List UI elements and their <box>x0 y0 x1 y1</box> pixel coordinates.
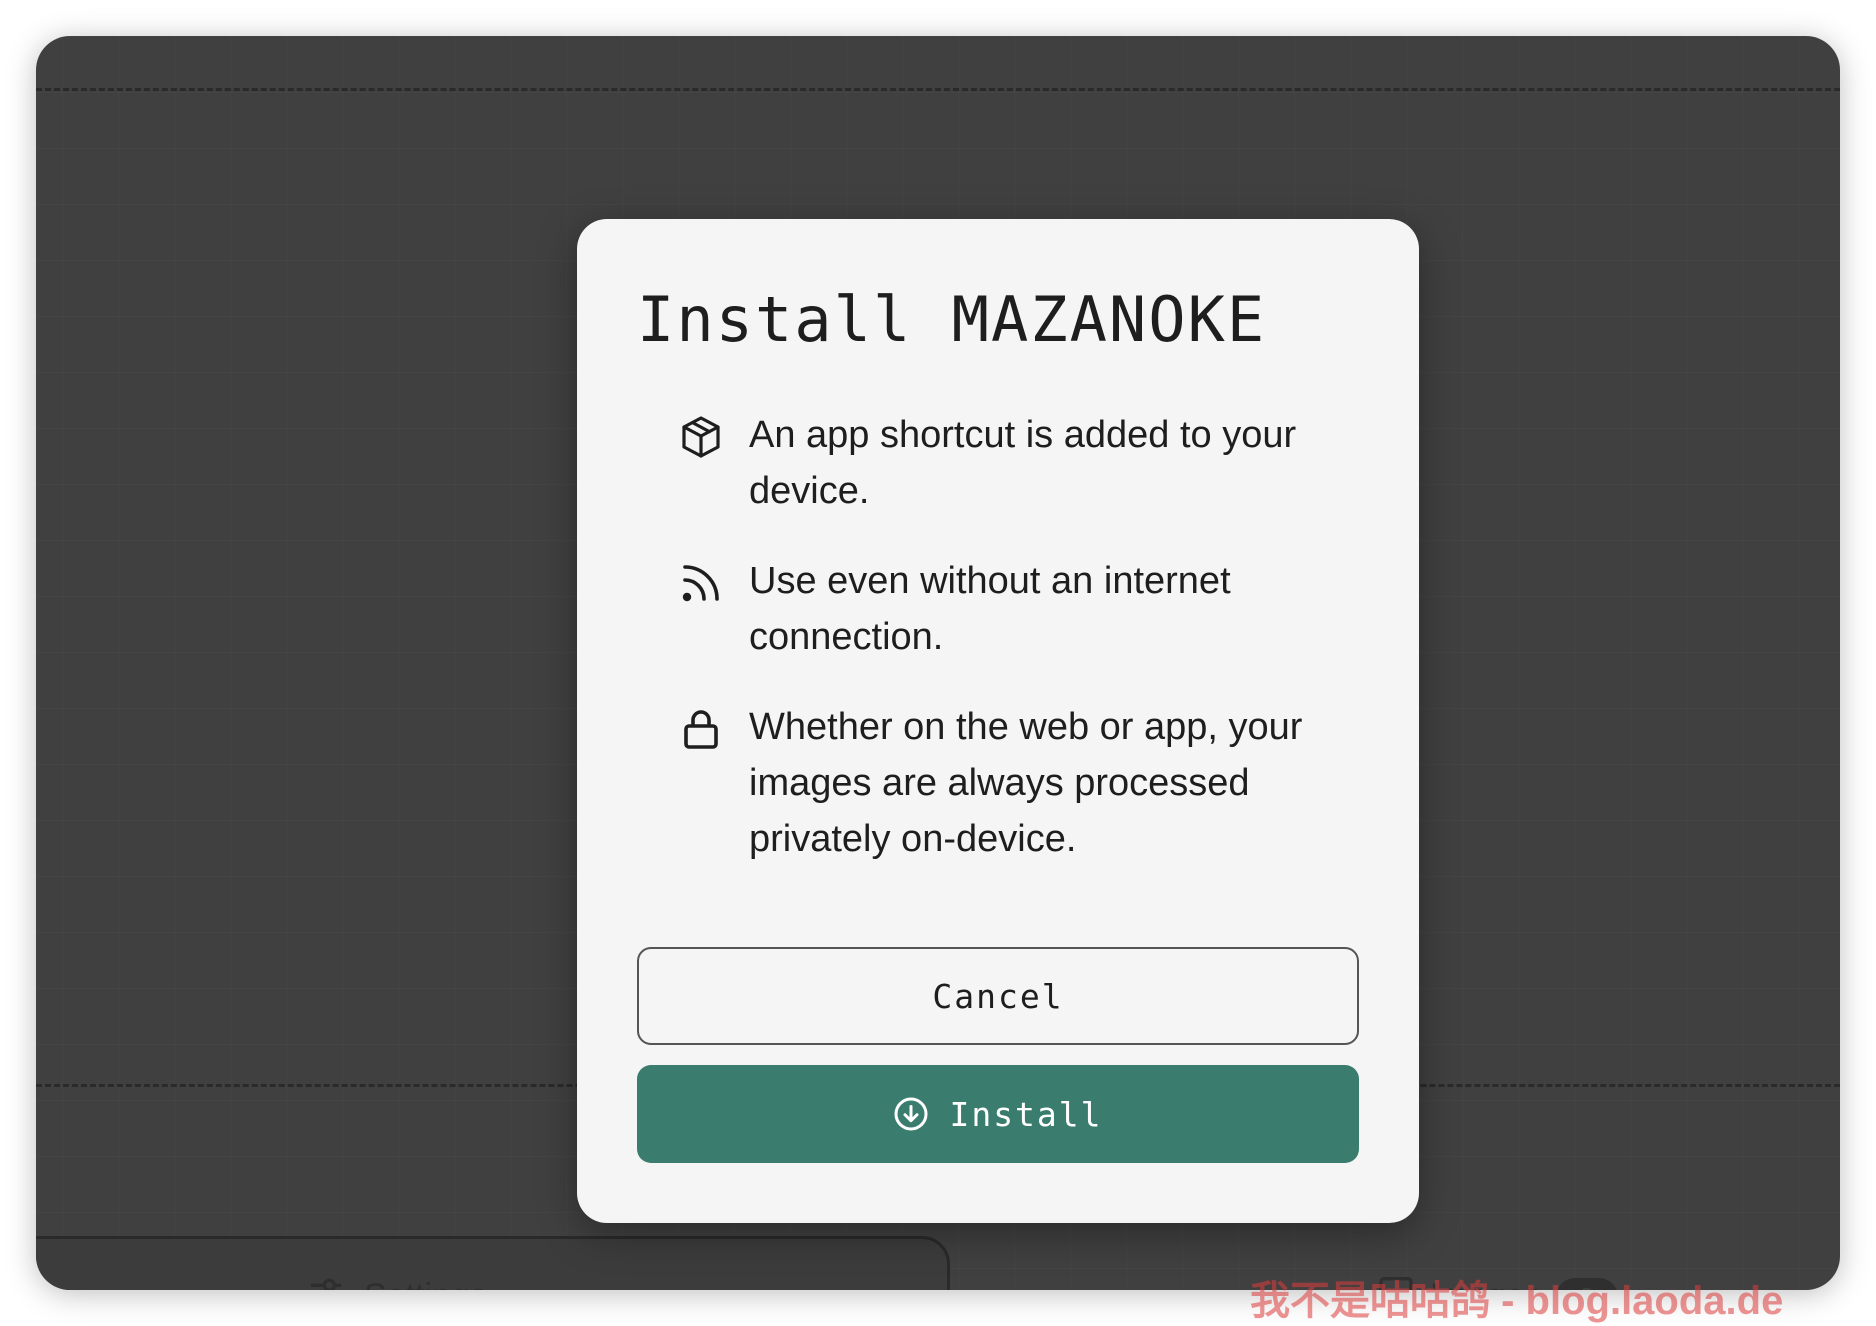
download-circle-icon <box>893 1096 929 1132</box>
install-dialog: Install MAZANOKE An app shortcut is adde… <box>577 219 1419 1223</box>
watermark: 我不是咕咕鸽 - blog.laoda.de <box>1250 1279 1784 1323</box>
feature-text: Use even without an internet connection. <box>749 560 1231 658</box>
settings-icon <box>306 1272 346 1290</box>
app-window: Settings Images 0 Install MAZANOKE <box>36 36 1840 1290</box>
install-label: Install <box>949 1094 1103 1134</box>
feature-item: Whether on the web or app, your images a… <box>677 705 1357 867</box>
feature-text: An app shortcut is added to your device. <box>749 414 1297 512</box>
feature-text: Whether on the web or app, your images a… <box>749 706 1303 860</box>
dialog-title: Install MAZANOKE <box>637 283 1267 356</box>
install-button[interactable]: Install <box>637 1065 1359 1163</box>
settings-label: Settings <box>364 1277 487 1290</box>
dropzone-top-border <box>36 88 1840 91</box>
lock-icon <box>677 705 725 753</box>
rss-icon <box>677 559 725 607</box>
cancel-button[interactable]: Cancel <box>637 947 1359 1045</box>
feature-list: An app shortcut is added to your device.… <box>677 413 1357 907</box>
feature-item: An app shortcut is added to your device. <box>677 413 1357 519</box>
feature-item: Use even without an internet connection. <box>677 559 1357 665</box>
bottom-toolbar <box>36 1236 950 1290</box>
settings-button[interactable]: Settings <box>306 1272 487 1290</box>
box-icon <box>677 413 725 461</box>
